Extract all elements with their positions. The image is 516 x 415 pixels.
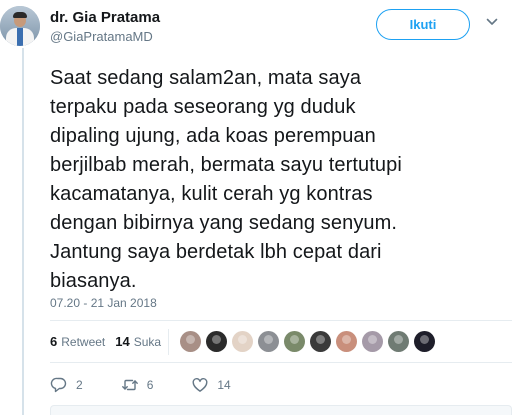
heart-icon bbox=[192, 377, 208, 392]
liker-avatar[interactable] bbox=[206, 331, 227, 352]
like-action-count: 14 bbox=[217, 378, 231, 392]
liker-avatar[interactable] bbox=[336, 331, 357, 352]
reply-input-box[interactable] bbox=[50, 405, 512, 415]
chevron-down-icon[interactable] bbox=[486, 16, 498, 28]
liker-avatar[interactable] bbox=[232, 331, 253, 352]
tweet-actions: 2 6 14 bbox=[50, 376, 269, 394]
retweet-button[interactable]: 6 bbox=[121, 376, 154, 394]
retweet-icon bbox=[121, 379, 138, 391]
like-label: Suka bbox=[133, 334, 162, 349]
stats-separator bbox=[168, 329, 169, 355]
retweet-action-count: 6 bbox=[146, 378, 154, 392]
author-handle[interactable]: @GiaPratamaMD bbox=[50, 29, 153, 44]
retweet-label: Retweet bbox=[61, 334, 106, 349]
divider bbox=[50, 362, 512, 363]
liker-avatar[interactable] bbox=[310, 331, 331, 352]
reply-count: 2 bbox=[76, 378, 83, 392]
tweet-text: Saat sedang salam2an, mata saya terpaku … bbox=[50, 67, 402, 292]
reply-button[interactable]: 2 bbox=[50, 376, 83, 394]
retweet-stat[interactable]: 6 Retweet bbox=[50, 334, 105, 349]
liker-avatar[interactable] bbox=[362, 331, 383, 352]
liker-avatar[interactable] bbox=[180, 331, 201, 352]
liker-avatar[interactable] bbox=[388, 331, 409, 352]
liker-avatar[interactable] bbox=[258, 331, 279, 352]
like-button[interactable]: 14 bbox=[191, 376, 231, 394]
retweet-count: 6 bbox=[50, 334, 58, 349]
like-stat[interactable]: 14 Suka bbox=[115, 334, 161, 349]
liker-avatar[interactable] bbox=[414, 331, 435, 352]
author-avatar[interactable] bbox=[0, 6, 40, 46]
liker-avatar[interactable] bbox=[284, 331, 305, 352]
liker-avatars bbox=[180, 331, 440, 352]
author-name[interactable]: dr. Gia Pratama bbox=[50, 9, 160, 26]
reply-icon bbox=[50, 377, 67, 393]
thread-line bbox=[22, 48, 24, 415]
like-count: 14 bbox=[115, 334, 130, 349]
tweet-timestamp[interactable]: 07.20 - 21 Jan 2018 bbox=[50, 296, 157, 310]
follow-button[interactable]: Ikuti bbox=[376, 9, 470, 40]
tweet-stats: 6 Retweet 14 Suka bbox=[50, 321, 171, 362]
